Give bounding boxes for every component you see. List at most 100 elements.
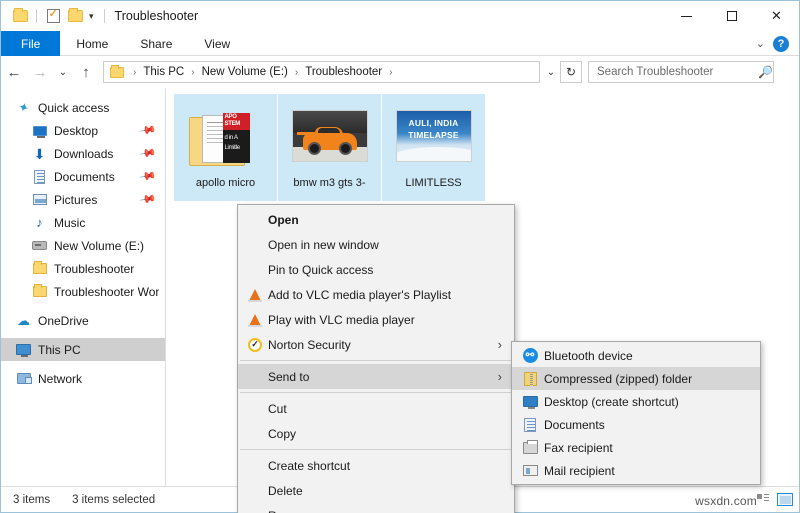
vlc-icon — [242, 289, 268, 301]
sidebar-item-quick-access[interactable]: ✦ Quick access — [1, 96, 165, 119]
sidebar-item-desktop[interactable]: Desktop 📌 — [1, 119, 165, 142]
submenu-item-desktop-shortcut[interactable]: Desktop (create shortcut) — [512, 390, 760, 413]
sidebar-item-pictures[interactable]: Pictures 📌 — [1, 188, 165, 211]
forward-button[interactable]: → — [27, 57, 53, 87]
thumbnail-view-icon[interactable] — [777, 493, 793, 506]
submenu-item-bluetooth-device[interactable]: ⚯ Bluetooth device — [512, 344, 760, 367]
file-tiles: APO STEM d in A Limitle apollo micro — [166, 88, 799, 201]
sidebar-item-downloads[interactable]: ⬇ Downloads 📌 — [1, 142, 165, 165]
mail-icon — [516, 465, 544, 476]
sidebar-item-label: Desktop — [54, 124, 98, 138]
pin-icon: 📌 — [139, 121, 158, 140]
sidebar-item-music[interactable]: ♪ Music — [1, 211, 165, 234]
file-item-apollo-micro[interactable]: APO STEM d in A Limitle apollo micro — [174, 94, 277, 201]
details-view-icon[interactable] — [757, 494, 771, 506]
submenu-item-mail-recipient[interactable]: Mail recipient — [512, 459, 760, 482]
sidebar-item-onedrive[interactable]: ☁ OneDrive — [1, 309, 165, 332]
fax-icon — [516, 442, 544, 454]
tab-file[interactable]: File — [1, 31, 60, 56]
file-thumbnail — [291, 100, 369, 172]
music-icon: ♪ — [31, 215, 48, 230]
breadcrumb-item-troubleshooter[interactable]: Troubleshooter — [303, 66, 384, 78]
menu-divider — [240, 449, 512, 450]
pin-icon: 📌 — [139, 144, 158, 163]
sidebar-item-troubleshooter-work[interactable]: Troubleshooter Wor — [1, 280, 165, 303]
sidebar-item-new-volume[interactable]: New Volume (E:) — [1, 234, 165, 257]
file-item-limitless[interactable]: AULI, INDIA TIMELAPSE LIMITLESS — [382, 94, 485, 201]
properties-icon[interactable] — [42, 5, 64, 27]
star-icon: ✦ — [13, 97, 34, 117]
thumb-overlay-line3: d in A — [225, 135, 238, 141]
context-menu-item-delete[interactable]: Delete — [238, 478, 514, 503]
sidebar-item-network[interactable]: Network — [1, 367, 165, 390]
context-menu-item-label: Rename — [268, 509, 313, 513]
context-menu: Open Open in new window Pin to Quick acc… — [237, 204, 515, 513]
search-input[interactable]: Search Troubleshooter 🔍 — [588, 61, 774, 83]
folder-icon — [31, 286, 48, 297]
breadcrumb-separator-icon: › — [186, 67, 199, 78]
sidebar-item-troubleshooter[interactable]: Troubleshooter — [1, 257, 165, 280]
recent-locations-caret-icon[interactable]: ⌄ — [53, 57, 73, 87]
sidebar-item-label: Network — [38, 372, 82, 386]
context-menu-item-pin-to-quick-access[interactable]: Pin to Quick access — [238, 257, 514, 282]
thumb-overlay-line2: STEM — [225, 121, 240, 127]
context-menu-item-send-to[interactable]: Send to › — [238, 364, 514, 389]
maximize-button[interactable] — [709, 1, 754, 31]
breadcrumb-item-new-volume[interactable]: New Volume (E:) — [200, 66, 290, 78]
refresh-button[interactable]: ↻ — [560, 61, 582, 83]
breadcrumb-separator-icon: › — [384, 67, 397, 78]
selection-count-label: 3 items selected — [50, 494, 155, 506]
address-dropdown-caret-icon[interactable]: ⌄ — [542, 67, 560, 78]
back-button[interactable]: ← — [1, 57, 27, 87]
view-mode-buttons — [757, 493, 793, 506]
download-icon: ⬇ — [31, 148, 48, 160]
help-icon[interactable]: ? — [773, 36, 789, 52]
context-menu-item-label: Open in new window — [268, 238, 379, 252]
chevron-right-icon: › — [498, 369, 502, 384]
tab-share[interactable]: Share — [124, 31, 188, 56]
sidebar-item-label: Troubleshooter — [54, 262, 134, 276]
address-bar: ← → ⌄ ↑ › This PC › New Volume (E:) › Tr… — [1, 57, 799, 87]
submenu-item-label: Compressed (zipped) folder — [544, 372, 692, 386]
context-menu-item-open[interactable]: Open — [238, 207, 514, 232]
folder-icon — [31, 263, 48, 274]
context-menu-item-cut[interactable]: Cut — [238, 396, 514, 421]
window-controls: ✕ — [664, 1, 799, 31]
context-menu-item-norton-security[interactable]: ✓ Norton Security › — [238, 332, 514, 357]
timelapse-thumb-icon: AULI, INDIA TIMELAPSE — [396, 110, 472, 162]
chevron-down-icon[interactable]: ⌄ — [756, 37, 765, 50]
orange-car-thumb-icon — [292, 110, 368, 162]
submenu-item-compressed-folder[interactable]: Compressed (zipped) folder — [512, 367, 760, 390]
submenu-item-label: Documents — [544, 418, 605, 432]
ribbon-right-controls: ⌄ ? — [756, 31, 795, 56]
folder-icon[interactable] — [9, 5, 31, 27]
context-menu-item-label: Copy — [268, 427, 296, 441]
minimize-button[interactable] — [664, 1, 709, 31]
context-menu-item-play-with-vlc[interactable]: Play with VLC media player — [238, 307, 514, 332]
sidebar-item-label: OneDrive — [38, 314, 89, 328]
book-folder-thumb-icon: APO STEM d in A Limitle — [189, 102, 263, 170]
up-button[interactable]: ↑ — [73, 57, 99, 87]
context-menu-item-create-shortcut[interactable]: Create shortcut — [238, 453, 514, 478]
submenu-item-fax-recipient[interactable]: Fax recipient — [512, 436, 760, 459]
submenu-item-documents[interactable]: Documents — [512, 413, 760, 436]
customize-toolbar-caret-icon[interactable]: ▾ — [89, 11, 94, 22]
sidebar-item-documents[interactable]: Documents 📌 — [1, 165, 165, 188]
file-item-bmw-m3[interactable]: bmw m3 gts 3- — [278, 94, 381, 201]
context-menu-item-rename[interactable]: Rename — [238, 503, 514, 513]
tab-home[interactable]: Home — [60, 31, 124, 56]
close-button[interactable]: ✕ — [754, 1, 799, 31]
menu-divider — [240, 392, 512, 393]
sidebar-item-this-pc[interactable]: This PC — [1, 338, 165, 361]
breadcrumb[interactable]: › This PC › New Volume (E:) › Troublesho… — [103, 61, 540, 83]
breadcrumb-item-this-pc[interactable]: This PC — [141, 66, 186, 78]
context-menu-item-label: Delete — [268, 484, 303, 498]
context-menu-item-copy[interactable]: Copy — [238, 421, 514, 446]
search-icon[interactable]: 🔍 — [750, 65, 773, 79]
new-folder-icon[interactable] — [64, 5, 86, 27]
tab-view[interactable]: View — [188, 31, 246, 56]
context-menu-item-open-in-new-window[interactable]: Open in new window — [238, 232, 514, 257]
documents-icon — [516, 418, 544, 432]
context-menu-item-add-to-vlc-playlist[interactable]: Add to VLC media player's Playlist — [238, 282, 514, 307]
breadcrumb-separator-icon: › — [290, 67, 303, 78]
